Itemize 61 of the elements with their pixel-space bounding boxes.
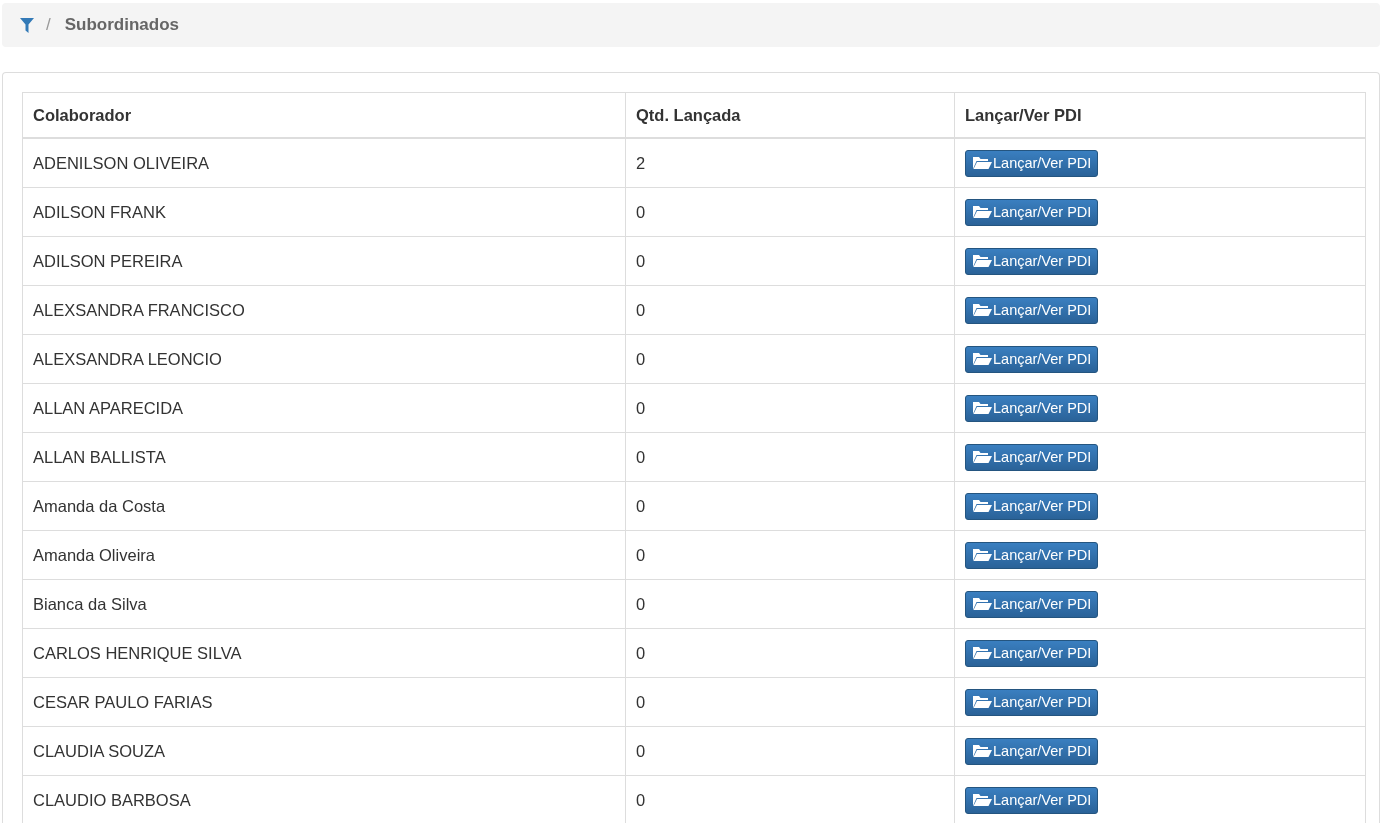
count-cell: 0 <box>625 726 955 776</box>
count-cell: 0 <box>625 481 955 531</box>
name-cell: ALEXSANDRA LEONCIO <box>22 334 626 384</box>
count-cell: 2 <box>625 138 955 188</box>
count-cell: 0 <box>625 579 955 629</box>
count-cell: 0 <box>625 334 955 384</box>
launch-pdi-button[interactable]: Lançar/Ver PDI <box>965 394 1099 422</box>
name-cell: ALLAN BALLISTA <box>22 432 626 482</box>
folder-icon <box>972 303 992 317</box>
launch-pdi-button[interactable]: Lançar/Ver PDI <box>965 247 1099 275</box>
launch-pdi-button[interactable]: Lançar/Ver PDI <box>965 639 1099 667</box>
count-cell: 0 <box>625 187 955 237</box>
name-cell: ALEXSANDRA FRANCISCO <box>22 285 626 335</box>
breadcrumb-current: Subordinados <box>64 15 179 35</box>
name-cell: ADILSON FRANK <box>22 187 626 237</box>
folder-icon <box>972 695 992 709</box>
launch-pdi-button[interactable]: Lançar/Ver PDI <box>965 345 1099 373</box>
name-cell: ADENILSON OLIVEIRA <box>22 138 626 188</box>
folder-icon <box>972 156 992 170</box>
count-cell: 0 <box>625 530 955 580</box>
folder-icon <box>972 793 992 807</box>
launch-pdi-button[interactable]: Lançar/Ver PDI <box>965 198 1099 226</box>
filter-icon[interactable] <box>20 17 34 33</box>
count-cell: 0 <box>625 432 955 482</box>
count-cell: 0 <box>625 628 955 678</box>
folder-icon <box>972 401 992 415</box>
launch-pdi-button[interactable]: Lançar/Ver PDI <box>965 149 1099 177</box>
folder-icon <box>972 450 992 464</box>
folder-icon <box>972 646 992 660</box>
launch-pdi-button[interactable]: Lançar/Ver PDI <box>965 492 1099 520</box>
name-cell: Amanda da Costa <box>22 481 626 531</box>
name-cell: ALLAN APARECIDA <box>22 383 626 433</box>
folder-icon <box>972 205 992 219</box>
launch-pdi-button[interactable]: Lançar/Ver PDI <box>965 590 1099 618</box>
folder-icon <box>972 744 992 758</box>
launch-pdi-button[interactable]: Lançar/Ver PDI <box>965 688 1099 716</box>
folder-icon <box>972 254 992 268</box>
count-cell: 0 <box>625 383 955 433</box>
name-cell: CARLOS HENRIQUE SILVA <box>22 628 626 678</box>
name-cell: CESAR PAULO FARIAS <box>22 677 626 727</box>
launch-pdi-button[interactable]: Lançar/Ver PDI <box>965 296 1099 324</box>
column-header: Colaborador <box>22 92 626 138</box>
column-header: Qtd. Lançada <box>625 92 955 138</box>
folder-icon <box>972 597 992 611</box>
folder-icon <box>972 548 992 562</box>
count-cell: 0 <box>625 677 955 727</box>
breadcrumb-separator: / <box>46 15 51 35</box>
launch-pdi-button[interactable]: Lançar/Ver PDI <box>965 737 1099 765</box>
name-cell: Bianca da Silva <box>22 579 626 629</box>
folder-icon <box>972 352 992 366</box>
folder-icon <box>972 499 992 513</box>
name-cell: Amanda Oliveira <box>22 530 626 580</box>
column-header: Lançar/Ver PDI <box>954 92 1366 138</box>
launch-pdi-button[interactable]: Lançar/Ver PDI <box>965 541 1099 569</box>
count-cell: 0 <box>625 285 955 335</box>
name-cell: ADILSON PEREIRA <box>22 236 626 286</box>
name-cell: CLAUDIO BARBOSA <box>22 775 626 823</box>
launch-pdi-button[interactable]: Lançar/Ver PDI <box>965 786 1099 814</box>
launch-pdi-button[interactable]: Lançar/Ver PDI <box>965 443 1099 471</box>
name-cell: CLAUDIA SOUZA <box>22 726 626 776</box>
count-cell: 0 <box>625 236 955 286</box>
